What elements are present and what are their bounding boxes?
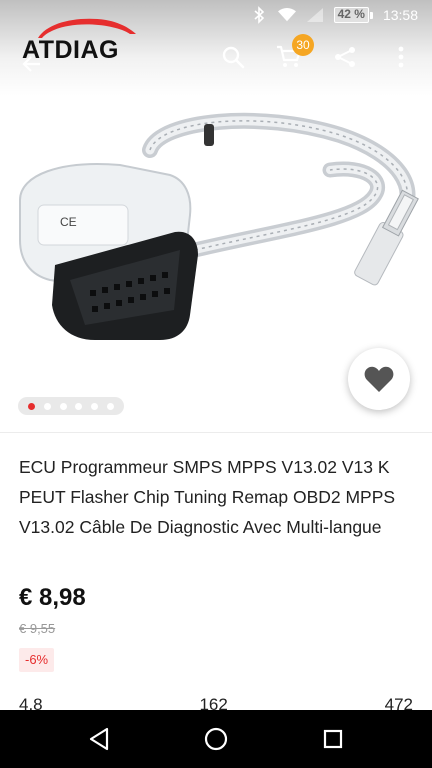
nav-home-button[interactable]: [196, 719, 236, 759]
gallery-dot[interactable]: [106, 402, 114, 410]
app-actions: 30: [220, 34, 414, 70]
product-title: ECU Programmeur SMPS MPPS V13.02 V13 K P…: [19, 457, 396, 537]
triangle-back-icon: [89, 727, 108, 751]
square-recents-icon: [324, 729, 343, 749]
svg-text:CE: CE: [60, 215, 77, 229]
original-price: € 9,55: [19, 621, 56, 636]
more-vertical-icon: [398, 46, 404, 68]
search-icon: [222, 46, 245, 69]
search-button[interactable]: [220, 44, 246, 70]
gallery-dot[interactable]: [59, 402, 67, 410]
discount-badge: -6%: [19, 648, 55, 672]
gallery-dot[interactable]: [43, 402, 51, 410]
share-button[interactable]: [332, 44, 358, 70]
more-options-button[interactable]: [388, 44, 414, 70]
cart-count-badge: 30: [292, 34, 314, 56]
gallery-dot[interactable]: [75, 402, 83, 410]
nav-recents-button[interactable]: [313, 719, 353, 759]
clock: 13:58: [382, 7, 418, 23]
wishlist-button[interactable]: [348, 348, 410, 410]
arrow-left-icon: [22, 56, 40, 72]
battery-level: 42 %: [337, 7, 365, 21]
wifi-icon: [277, 6, 296, 24]
signal-icon: [306, 6, 324, 24]
bluetooth-icon: [250, 6, 268, 24]
back-button[interactable]: [22, 54, 42, 79]
status-bar: 42 % 13:58: [0, 0, 432, 30]
gallery-dot[interactable]: [90, 402, 98, 410]
gallery-indicator: [18, 397, 124, 415]
circle-home-icon: [204, 727, 228, 751]
gallery-dot[interactable]: [28, 402, 36, 410]
product-price: € 8,98: [19, 584, 86, 611]
battery-indicator: 42 %: [333, 7, 373, 23]
share-icon: [335, 47, 355, 67]
cart-button[interactable]: 30: [276, 34, 314, 70]
system-nav-bar: [0, 710, 432, 768]
nav-back-button[interactable]: [79, 719, 119, 759]
divider: [0, 432, 432, 433]
heart-icon: [364, 366, 394, 392]
